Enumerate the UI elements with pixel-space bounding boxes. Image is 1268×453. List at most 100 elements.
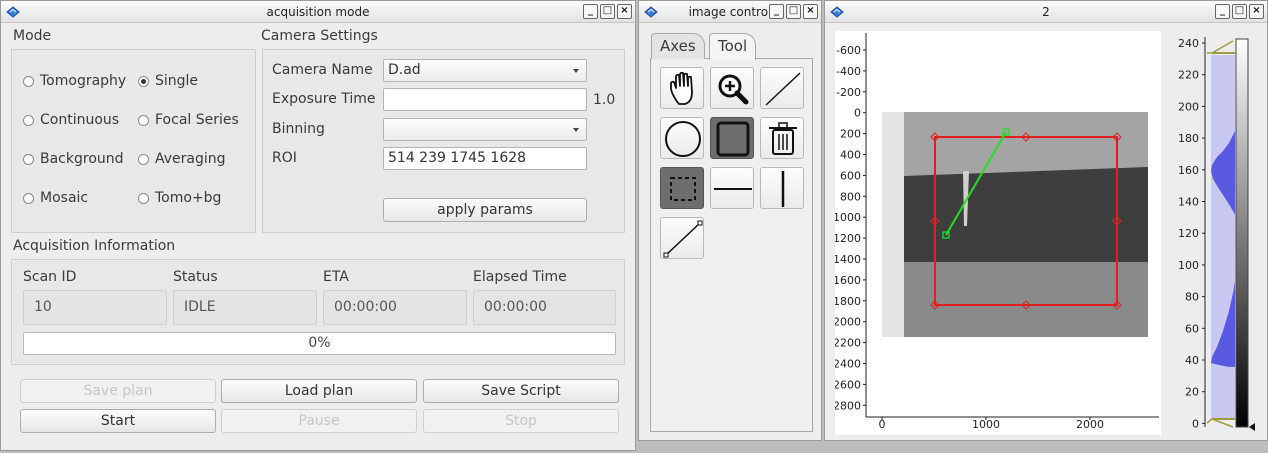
- elapsed-label: Elapsed Time: [473, 269, 567, 285]
- radio-label: Focal Series: [155, 112, 239, 128]
- pause-button[interactable]: Pause: [221, 409, 417, 433]
- radio-dot: [23, 153, 34, 165]
- close-button[interactable]: ×: [617, 4, 632, 19]
- app-icon: [830, 6, 844, 18]
- save-script-button[interactable]: Save Script: [423, 379, 619, 403]
- y-tick-label: 1800: [835, 295, 861, 308]
- hist-tick-label: 40: [1185, 354, 1199, 367]
- y-tick-label: 2200: [835, 337, 861, 350]
- stop-button[interactable]: Stop: [423, 409, 619, 433]
- hist-tick-label: 20: [1185, 386, 1199, 399]
- acquisition-titlebar[interactable]: acquisition mode _ □ ×: [1, 1, 635, 23]
- save-plan-button[interactable]: Save plan: [20, 379, 216, 403]
- radio-continuous[interactable]: Continuous: [23, 112, 119, 128]
- y-tick-label: 2600: [835, 378, 861, 391]
- image-plot[interactable]: -600 -400 -200 0 200 400 600 800 1000 1200 1400 160…: [835, 31, 1161, 435]
- tab-axes[interactable]: Axes: [651, 33, 705, 59]
- eta-value: 00:00:00: [323, 290, 467, 325]
- app-icon: [6, 6, 20, 18]
- radio-single[interactable]: Single: [138, 73, 198, 89]
- hist-tick-label: 200: [1178, 100, 1199, 113]
- y-tick-label: 1400: [835, 253, 861, 266]
- circle-tool[interactable]: [660, 117, 704, 159]
- x-tick-label: 2000: [1076, 418, 1104, 431]
- hist-tick-label: 60: [1185, 322, 1199, 335]
- segment-tool[interactable]: [660, 217, 704, 259]
- y-tick-label: 400: [840, 149, 861, 162]
- circle-icon: [665, 121, 701, 157]
- start-button[interactable]: Start: [20, 409, 216, 433]
- camera-settings-label: Camera Settings: [261, 28, 378, 44]
- pan-tool[interactable]: [660, 67, 704, 109]
- rect-select-tool[interactable]: [660, 167, 704, 209]
- camera-name-combo[interactable]: D.ad: [383, 59, 587, 82]
- radio-label: Averaging: [155, 151, 226, 167]
- scan-id-value: 10: [23, 290, 167, 325]
- hist-tick-label: 180: [1178, 132, 1199, 145]
- trash-icon: [769, 122, 797, 155]
- maximize-button[interactable]: □: [1232, 4, 1247, 19]
- maximize-button[interactable]: □: [786, 4, 801, 19]
- y-tick-label: 200: [840, 128, 861, 141]
- image-control-window: image control _ □ × Axes Tool: [638, 0, 822, 441]
- hline-tool[interactable]: [710, 167, 754, 209]
- radio-tomography[interactable]: Tomography: [23, 73, 126, 89]
- radio-label: Single: [155, 73, 199, 89]
- delete-tool[interactable]: [760, 117, 804, 159]
- mode-label: Mode: [13, 28, 52, 44]
- y-tick-label: -400: [836, 65, 861, 78]
- zoom-tool[interactable]: [710, 67, 754, 109]
- plot-titlebar[interactable]: 2 _ □ ×: [825, 1, 1267, 23]
- scan-id-label: Scan ID: [23, 269, 77, 285]
- acquisition-window: acquisition mode _ □ × Mode Tomography S…: [0, 0, 636, 451]
- rectangle-tool[interactable]: [710, 117, 754, 159]
- exposure-suffix: 1.0: [593, 92, 616, 108]
- y-tick-label: 2400: [835, 358, 861, 371]
- line-icon: [765, 72, 801, 106]
- roi-field[interactable]: 514 239 1745 1628: [383, 147, 587, 170]
- exposure-field[interactable]: [383, 88, 587, 111]
- binning-label: Binning: [272, 121, 325, 137]
- y-tick-label: -200: [836, 86, 861, 99]
- load-plan-button[interactable]: Load plan: [221, 379, 417, 403]
- radio-dot: [23, 114, 34, 126]
- chevron-down-icon: [573, 69, 579, 73]
- radio-tomo-bg[interactable]: Tomo+bg: [138, 190, 221, 206]
- tab-tool[interactable]: Tool: [709, 33, 757, 60]
- radio-label: Tomography: [40, 73, 127, 89]
- progress-text: 0%: [308, 335, 331, 351]
- y-tick-label: 2000: [835, 316, 861, 329]
- line-tool[interactable]: [760, 67, 804, 109]
- radio-focal-series[interactable]: Focal Series: [138, 112, 239, 128]
- sample-image: [882, 112, 1148, 337]
- hist-tick-label: 80: [1185, 291, 1199, 304]
- vline-tool[interactable]: [760, 167, 804, 209]
- close-button[interactable]: ×: [803, 4, 818, 19]
- hist-tick-label: 240: [1178, 37, 1199, 50]
- radio-label: Mosaic: [40, 190, 89, 206]
- window-title: 2: [1042, 5, 1050, 19]
- close-button[interactable]: ×: [1249, 4, 1264, 19]
- hist-tick-label: 0: [1192, 417, 1199, 430]
- radio-averaging[interactable]: Averaging: [138, 151, 226, 167]
- roi-label: ROI: [272, 150, 297, 166]
- y-tick-label: 600: [840, 169, 861, 182]
- minimize-button[interactable]: _: [1215, 4, 1230, 19]
- elapsed-value: 00:00:00: [473, 290, 616, 325]
- radio-label: Tomo+bg: [155, 190, 222, 206]
- minimize-button[interactable]: _: [769, 4, 784, 19]
- camera-name-value: D.ad: [388, 62, 421, 78]
- y-tick-label: 1000: [835, 211, 861, 224]
- minimize-button[interactable]: _: [583, 4, 598, 19]
- radio-dot: [138, 192, 149, 204]
- binning-combo[interactable]: [383, 118, 587, 141]
- radio-label: Continuous: [40, 112, 120, 128]
- radio-dot: [23, 192, 34, 204]
- maximize-button[interactable]: □: [600, 4, 615, 19]
- radio-mosaic[interactable]: Mosaic: [23, 190, 88, 206]
- y-tick-label: 800: [840, 190, 861, 203]
- apply-params-button[interactable]: apply params: [383, 198, 587, 222]
- image-control-titlebar[interactable]: image control _ □ ×: [639, 1, 821, 23]
- histogram-plot[interactable]: 240220200180160140120100806040200: [1163, 31, 1267, 437]
- radio-background[interactable]: Background: [23, 151, 124, 167]
